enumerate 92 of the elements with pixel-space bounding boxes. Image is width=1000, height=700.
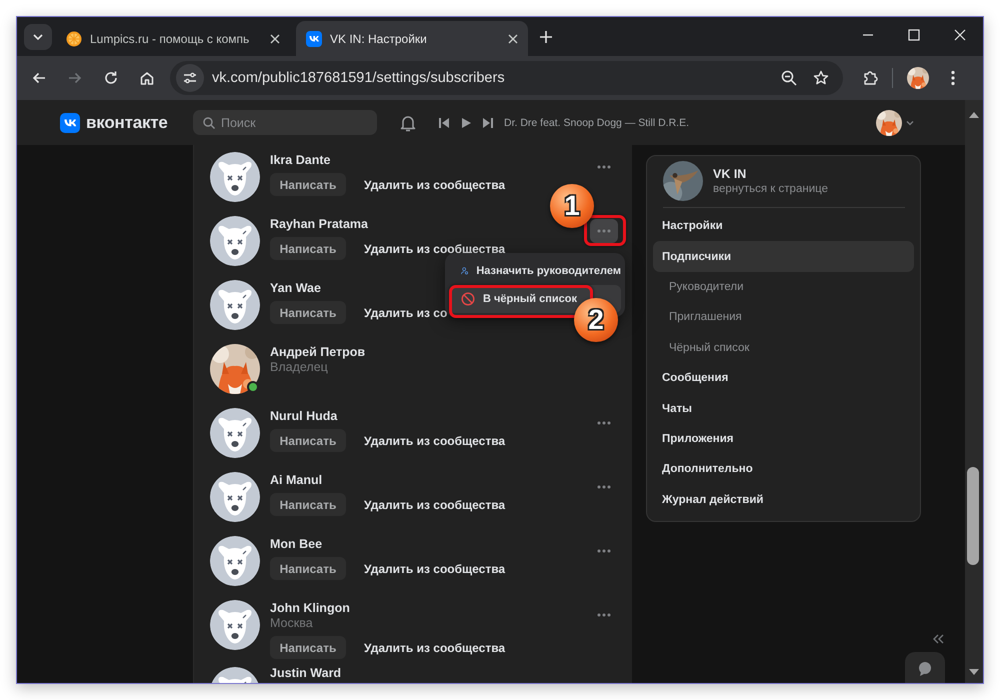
tab-title: VK IN: Настройки: [330, 32, 428, 46]
prohibited-icon: [461, 292, 475, 306]
close-icon[interactable]: [270, 34, 280, 44]
bell-icon[interactable]: [399, 114, 417, 132]
submenu-item[interactable]: Приглашения: [653, 302, 914, 333]
member-name: Андрей Петров: [270, 344, 366, 360]
maximize-icon[interactable]: [908, 29, 920, 41]
reload-icon[interactable]: [103, 70, 119, 86]
more-icon: [597, 165, 611, 169]
message-button[interactable]: Написать: [270, 557, 346, 580]
remove-link[interactable]: Удалить из со: [364, 306, 448, 320]
group-name: VK IN: [713, 166, 748, 182]
back-link[interactable]: вернуться к странице: [713, 182, 828, 196]
member-name: Mon Bee: [270, 536, 324, 552]
dog-avatar-icon: [210, 536, 260, 586]
member-name: John Klingon: [270, 600, 351, 616]
chat-button[interactable]: [905, 652, 945, 683]
menu-item[interactable]: Назначить руководителем: [449, 257, 621, 285]
address-bar[interactable]: vk.com/public187681591/settings/subscribers: [170, 61, 843, 95]
message-button[interactable]: Написать: [270, 493, 346, 516]
menu-item[interactable]: Чаты: [653, 393, 914, 424]
scroll-down-icon[interactable]: [969, 669, 979, 675]
message-button[interactable]: Написать: [270, 173, 346, 196]
message-button[interactable]: Написать: [270, 636, 346, 659]
member-name: Ikra Dante: [270, 152, 332, 168]
close-icon[interactable]: [508, 34, 518, 44]
menu-item[interactable]: Приложения: [653, 424, 914, 454]
browser-tab[interactable]: VK IN: Настройки: [296, 21, 528, 56]
member-subtitle: Владелец: [270, 360, 329, 375]
remove-link[interactable]: Удалить из сообщества: [364, 178, 506, 192]
url-text: vk.com/public187681591/settings/subscribers: [212, 70, 506, 86]
next-icon[interactable]: [482, 116, 494, 128]
menu-item[interactable]: Настройки: [653, 211, 914, 242]
dog-avatar-icon: [210, 600, 260, 650]
search-icon: [203, 117, 215, 129]
home-icon[interactable]: [139, 70, 155, 86]
collapse-icon[interactable]: [932, 634, 945, 644]
new-tab-icon[interactable]: [539, 30, 553, 44]
scrollbar-thumb[interactable]: [967, 467, 979, 565]
step-marker: 1: [550, 184, 594, 228]
previous-icon[interactable]: [438, 116, 450, 128]
play-icon[interactable]: [460, 116, 472, 128]
menu-item[interactable]: Подписчики: [653, 241, 914, 272]
browser-tab[interactable]: Lumpics.ru - помощь с компь: [56, 21, 290, 56]
more-icon: [597, 613, 611, 617]
dog-avatar-icon: [210, 408, 260, 458]
site-settings-icon[interactable]: [183, 71, 197, 85]
message-button[interactable]: Написать: [270, 301, 346, 324]
member-subtitle: Москва: [270, 616, 314, 631]
more-button[interactable]: [590, 219, 618, 243]
tab-list-button[interactable]: [24, 24, 52, 50]
dog-avatar-icon: [210, 152, 260, 202]
submenu-item[interactable]: Чёрный список: [653, 332, 914, 363]
more-icon: [597, 549, 611, 553]
member-name: Nurul Huda: [270, 408, 338, 424]
menu-item[interactable]: Журнал действий: [653, 484, 914, 515]
member-name: Rayhan Pratama: [270, 216, 369, 232]
remove-link[interactable]: Удалить из сообщества: [364, 434, 506, 448]
member-name: Ai Manul: [270, 472, 324, 488]
fruit-slice-icon: [66, 30, 82, 46]
chevron-down-icon[interactable]: [906, 118, 914, 126]
tab-title: Lumpics.ru - помощь с компь: [90, 32, 250, 46]
track-title: Dr. Dre feat. Snoop Dogg — Still D.R.E.: [504, 116, 689, 128]
more-icon: [597, 485, 611, 489]
submenu-item[interactable]: Руководители: [653, 272, 914, 302]
vk-logo-icon[interactable]: [60, 112, 80, 132]
more-icon: [597, 421, 611, 425]
message-button[interactable]: Написать: [270, 237, 346, 260]
menu-icon[interactable]: [951, 70, 955, 86]
back-icon[interactable]: [31, 70, 47, 86]
member-name: Justin Ward: [270, 667, 342, 680]
remove-link[interactable]: Удалить из сообщества: [364, 562, 506, 576]
bookmark-star-icon[interactable]: [813, 70, 829, 86]
dog-avatar-icon: [210, 280, 260, 330]
remove-link[interactable]: Удалить из сообщества: [364, 242, 506, 256]
member-name: Yan Wae: [270, 280, 322, 296]
extensions-icon[interactable]: [862, 70, 878, 86]
chat-bubble-icon: [918, 662, 932, 676]
menu-item[interactable]: Сообщения: [653, 362, 914, 394]
remove-link[interactable]: Удалить из сообщества: [364, 498, 506, 512]
menu-item[interactable]: Дополнительно: [653, 454, 914, 485]
more-icon: [597, 229, 611, 233]
dog-avatar-icon: [210, 216, 260, 266]
scroll-up-icon[interactable]: [969, 112, 979, 118]
dog-avatar-icon: [210, 472, 260, 522]
message-button[interactable]: Написать: [270, 429, 346, 452]
remove-link[interactable]: Удалить из сообщества: [364, 640, 506, 654]
vk-logo-icon: [306, 30, 322, 46]
logo-text: вконтакте: [86, 112, 168, 132]
search-field[interactable]: Поиск: [193, 110, 377, 135]
close-icon[interactable]: [954, 29, 966, 41]
zoom-out-icon[interactable]: [781, 70, 797, 86]
